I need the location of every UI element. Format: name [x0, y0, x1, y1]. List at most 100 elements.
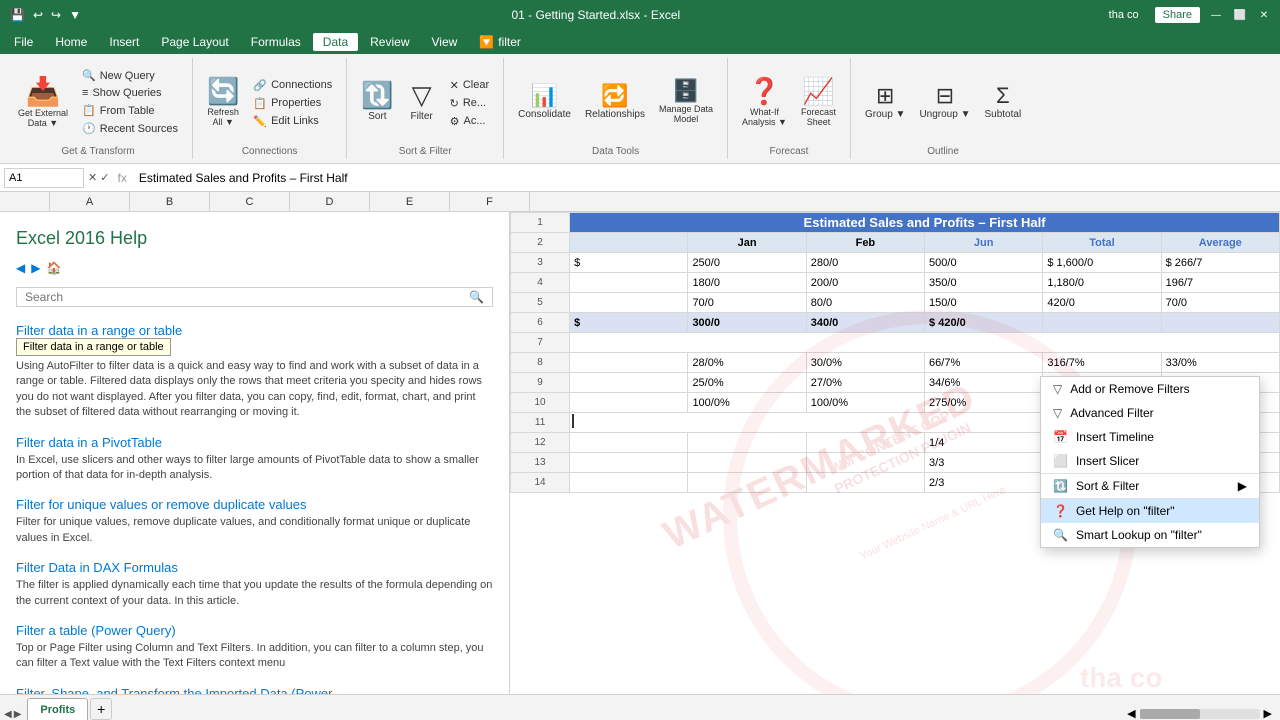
- what-if-button[interactable]: ❓ What-If Analysis ▼: [736, 72, 793, 131]
- cell-8a[interactable]: [570, 353, 688, 373]
- cell-6e[interactable]: [1043, 313, 1161, 333]
- cell-2a[interactable]: [570, 233, 688, 253]
- cell-6d[interactable]: $ 420/0: [925, 313, 1043, 333]
- redo-icon[interactable]: ↪: [49, 6, 63, 24]
- col-header-c[interactable]: C: [210, 192, 290, 211]
- manage-data-model-button[interactable]: 🗄️ Manage Data Model: [653, 74, 719, 128]
- help-forward-icon[interactable]: ▶: [31, 261, 40, 275]
- undo-icon[interactable]: ↩: [31, 6, 45, 24]
- cell-4f[interactable]: 196/7: [1161, 273, 1279, 293]
- add-sheet-button[interactable]: +: [90, 698, 112, 720]
- cell-9b[interactable]: 25/0%: [688, 373, 806, 393]
- get-help-item[interactable]: ❓ Get Help on "filter": [1041, 498, 1259, 523]
- help-link-1[interactable]: Filter data in a range or table: [16, 323, 182, 338]
- advanced-button[interactable]: ⚙ Ac...: [444, 113, 496, 130]
- cell-9d[interactable]: 34/6%: [925, 373, 1043, 393]
- save-icon[interactable]: 💾: [8, 6, 27, 24]
- cell-9c[interactable]: 27/0%: [806, 373, 924, 393]
- horizontal-scrollbar[interactable]: [1140, 709, 1260, 719]
- clear-button[interactable]: ✕ Clear: [444, 77, 496, 94]
- menu-file[interactable]: File: [4, 33, 43, 51]
- cell-2c[interactable]: Feb: [806, 233, 924, 253]
- cell-7[interactable]: [570, 333, 1280, 353]
- help-link-6[interactable]: Filter, Shape, and Transform the Importe…: [16, 686, 347, 694]
- cell-4e[interactable]: 1,180/0: [1043, 273, 1161, 293]
- forecast-sheet-button[interactable]: 📈 Forecast Sheet: [795, 72, 842, 131]
- cell-9a[interactable]: [570, 373, 688, 393]
- cell-2f[interactable]: Average: [1161, 233, 1279, 253]
- scroll-left-icon[interactable]: ◀: [1127, 707, 1135, 720]
- cell-6b[interactable]: 300/0: [688, 313, 806, 333]
- help-link-5[interactable]: Filter a table (Power Query): [16, 623, 176, 638]
- cell-2e[interactable]: Total: [1043, 233, 1161, 253]
- title-cell[interactable]: Estimated Sales and Profits – First Half: [570, 213, 1280, 233]
- menu-home[interactable]: Home: [45, 33, 97, 51]
- subtotal-button[interactable]: Σ Subtotal: [978, 79, 1027, 124]
- menu-insert[interactable]: Insert: [99, 33, 149, 51]
- cell-8c[interactable]: 30/0%: [806, 353, 924, 373]
- connections-button[interactable]: 🔗 Connections: [247, 77, 338, 94]
- menu-review[interactable]: Review: [360, 33, 419, 51]
- cell-4a[interactable]: [570, 273, 688, 293]
- cell-12b[interactable]: [688, 433, 806, 453]
- help-link-2[interactable]: Filter data in a PivotTable: [16, 435, 162, 450]
- menu-formulas[interactable]: Formulas: [241, 33, 311, 51]
- consolidate-button[interactable]: 📊 Consolidate: [512, 79, 577, 124]
- cell-14c[interactable]: [806, 473, 924, 493]
- search-icon[interactable]: 🔍: [469, 290, 484, 304]
- refresh-all-button[interactable]: 🔄 Refresh All ▼: [201, 72, 245, 131]
- help-home-icon[interactable]: 🏠: [46, 261, 61, 275]
- minimize-button[interactable]: —: [1208, 7, 1224, 23]
- col-header-b[interactable]: B: [130, 192, 210, 211]
- properties-button[interactable]: 📋 Properties: [247, 95, 338, 112]
- get-external-data-button[interactable]: 📥 Get External Data ▼: [12, 71, 74, 132]
- scroll-right-icon[interactable]: ▶: [1264, 707, 1272, 720]
- cell-4b[interactable]: 180/0: [688, 273, 806, 293]
- cell-13a[interactable]: [570, 453, 688, 473]
- cell-5c[interactable]: 80/0: [806, 293, 924, 313]
- col-header-e[interactable]: E: [370, 192, 450, 211]
- cell-6c[interactable]: 340/0: [806, 313, 924, 333]
- cell-3c[interactable]: 280/0: [806, 253, 924, 273]
- cell-8d[interactable]: 66/7%: [925, 353, 1043, 373]
- cell-8e[interactable]: 316/7%: [1043, 353, 1161, 373]
- insert-timeline-item[interactable]: 📅 Insert Timeline: [1041, 425, 1259, 449]
- cell-10b[interactable]: 100/0%: [688, 393, 806, 413]
- cell-5b[interactable]: 70/0: [688, 293, 806, 313]
- tab-scroll-right[interactable]: ▶: [14, 709, 22, 720]
- cell-5f[interactable]: 70/0: [1161, 293, 1279, 313]
- sort-button[interactable]: 🔃 Sort: [355, 76, 399, 126]
- customize-icon[interactable]: ▼: [67, 6, 83, 24]
- group-button[interactable]: ⊞ Group ▼: [859, 79, 911, 124]
- advanced-filter-item[interactable]: ▽ Advanced Filter: [1041, 401, 1259, 425]
- col-header-f[interactable]: F: [450, 192, 530, 211]
- cell-6a[interactable]: $: [570, 313, 688, 333]
- cell-10d[interactable]: 275/0%: [925, 393, 1043, 413]
- cell-4c[interactable]: 200/0: [806, 273, 924, 293]
- cell-8b[interactable]: 28/0%: [688, 353, 806, 373]
- menu-view[interactable]: View: [422, 33, 468, 51]
- help-link-3[interactable]: Filter for unique values or remove dupli…: [16, 497, 306, 512]
- menu-data[interactable]: Data: [313, 33, 358, 51]
- cell-2b[interactable]: Jan: [688, 233, 806, 253]
- help-search-input[interactable]: [25, 290, 469, 304]
- cell-4d[interactable]: 350/0: [925, 273, 1043, 293]
- cell-3f[interactable]: $ 266/7: [1161, 253, 1279, 273]
- cell-14a[interactable]: [570, 473, 688, 493]
- cell-3d[interactable]: 500/0: [925, 253, 1043, 273]
- cell-13b[interactable]: [688, 453, 806, 473]
- smart-lookup-item[interactable]: 🔍 Smart Lookup on "filter": [1041, 523, 1259, 547]
- formula-input[interactable]: [135, 171, 1276, 185]
- col-header-a[interactable]: A: [50, 192, 130, 211]
- recent-sources-button[interactable]: 🕐 Recent Sources: [76, 120, 184, 137]
- new-query-button[interactable]: 🔍 New Query: [76, 67, 184, 84]
- cell-6f[interactable]: [1161, 313, 1279, 333]
- cell-3a[interactable]: $: [570, 253, 688, 273]
- filter-button[interactable]: ▽ Filter: [402, 76, 442, 126]
- col-header-d[interactable]: D: [290, 192, 370, 211]
- cell-2d[interactable]: Jun: [925, 233, 1043, 253]
- insert-slicer-item[interactable]: ⬜ Insert Slicer: [1041, 449, 1259, 473]
- relationships-button[interactable]: 🔁 Relationships: [579, 79, 651, 124]
- reapply-button[interactable]: ↻ Re...: [444, 95, 496, 112]
- cell-5a[interactable]: [570, 293, 688, 313]
